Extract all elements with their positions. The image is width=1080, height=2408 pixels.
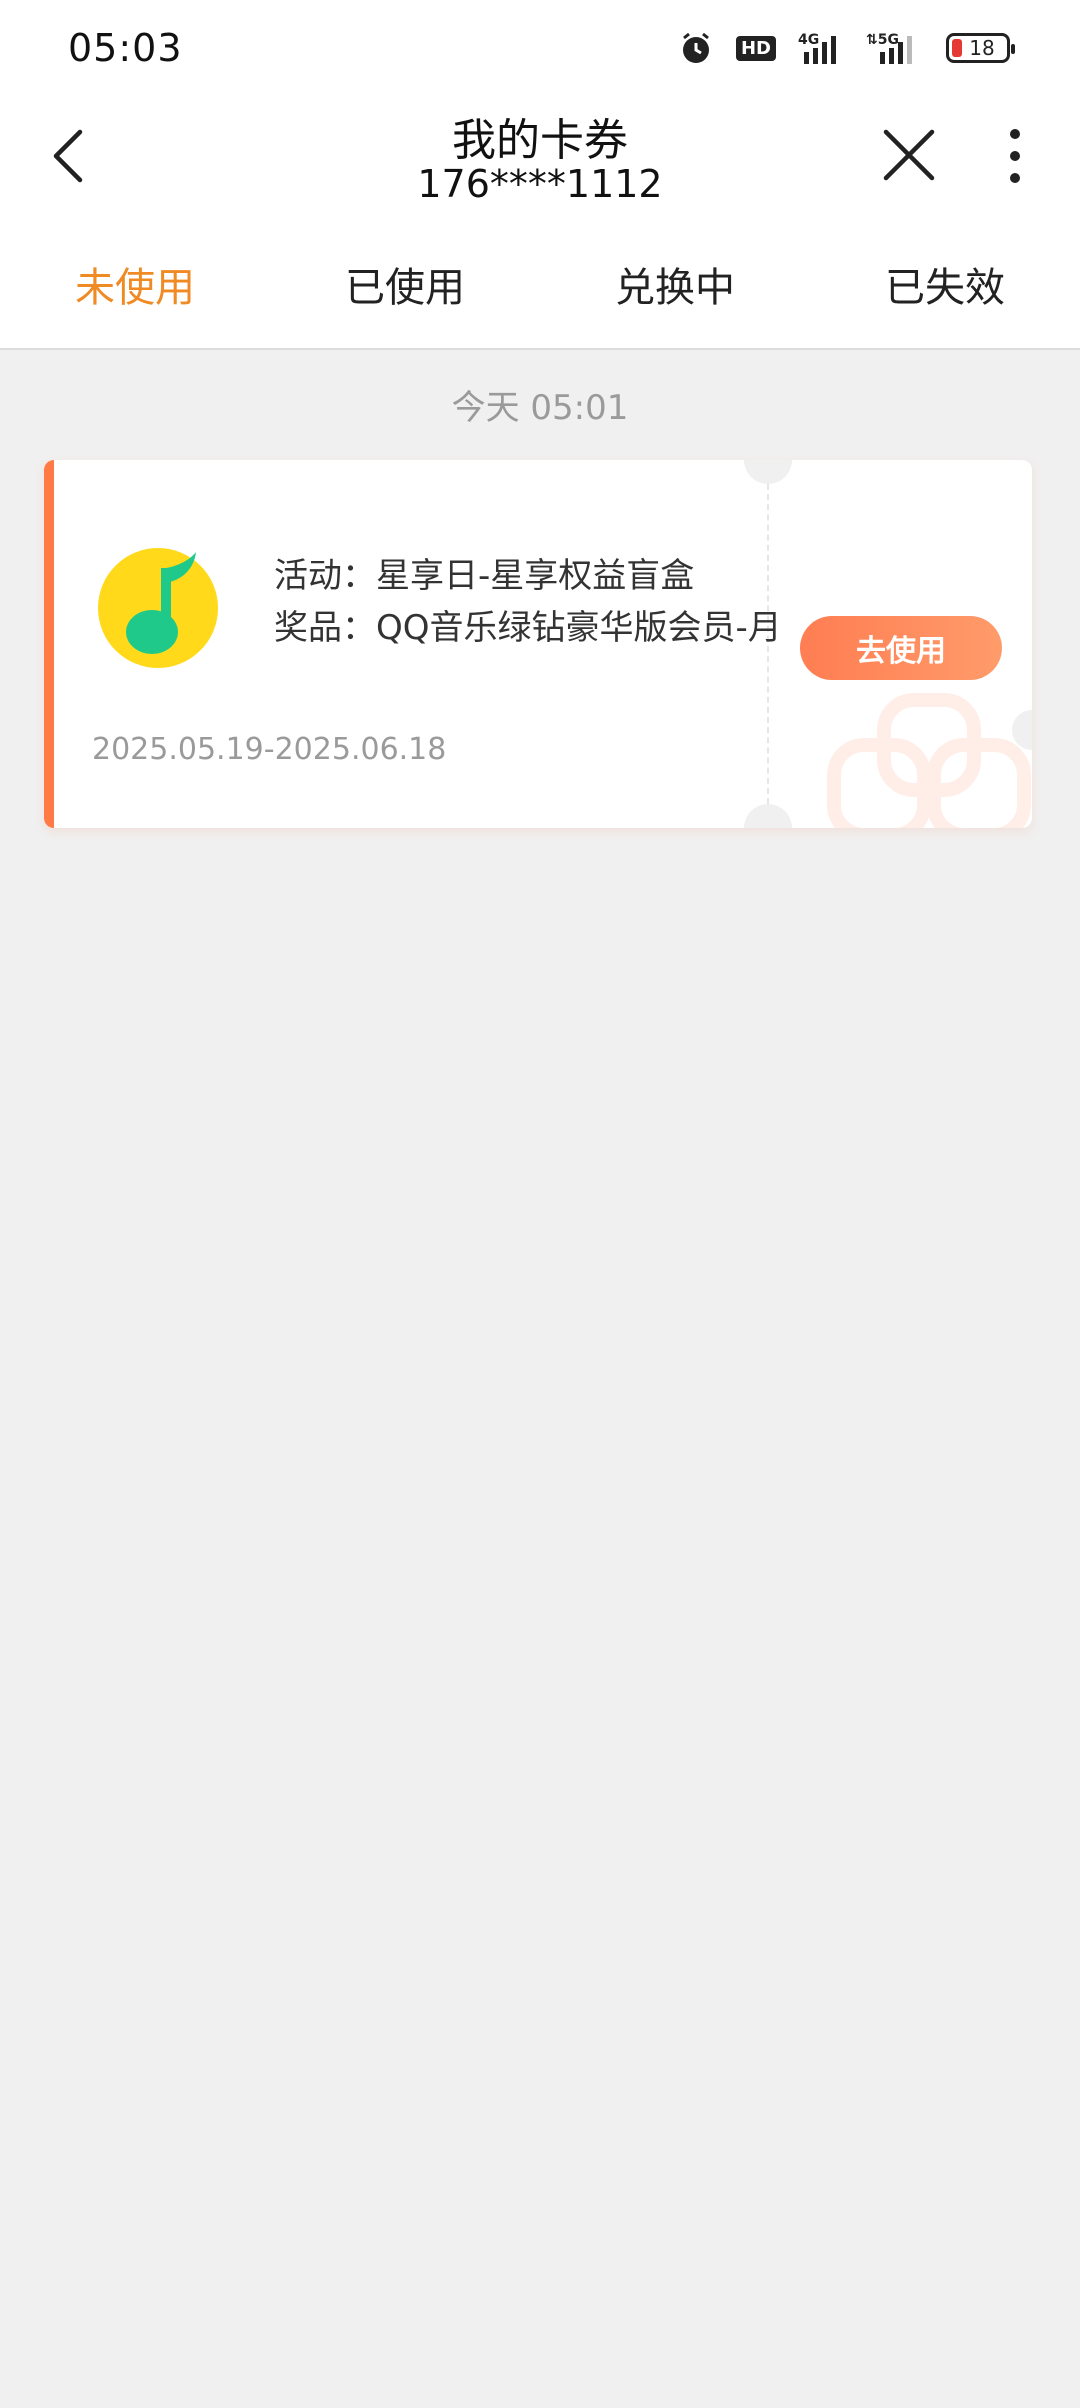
signal-5g-icon: ⇅5G (866, 32, 912, 64)
unicom-knot-watermark (827, 693, 1031, 828)
tab-redeeming[interactable]: 兑换中 (540, 220, 810, 348)
tab-used[interactable]: 已使用 (270, 220, 540, 348)
use-coupon-button[interactable]: 去使用 (800, 616, 1002, 680)
tab-unused[interactable]: 未使用 (0, 220, 270, 348)
tab-bar: 未使用 已使用 兑换中 已失效 (0, 220, 1080, 350)
battery-icon: 18 (946, 33, 1015, 63)
close-button[interactable] (880, 126, 938, 184)
tab-expired[interactable]: 已失效 (810, 220, 1080, 348)
date-header: 今天 05:01 (451, 388, 629, 428)
coupon-prize: 奖品：QQ音乐绿钻豪华版会员-月 (274, 608, 782, 648)
status-icons: HD 4G ⇅5G 18 (656, 28, 1015, 68)
hd-icon: HD (735, 35, 776, 61)
coupon-activity: 活动：星享日-星享权益盲盒 (274, 556, 695, 596)
header: 我的卡券 176****1112 (0, 96, 1080, 220)
svg-text:⇅5G: ⇅5G (866, 32, 899, 48)
coupon-accent-bar (44, 460, 54, 828)
coupon-notch-bottom (744, 804, 792, 828)
alarm-icon (682, 32, 709, 63)
status-time: 05:03 (68, 26, 183, 70)
svg-text:4G: 4G (798, 32, 819, 48)
signal-4g-icon: 4G (798, 32, 836, 64)
more-options-button[interactable] (990, 124, 1040, 188)
coupon-notch-top (744, 460, 792, 484)
qq-music-icon (98, 548, 218, 668)
coupon-validity: 2025.05.19-2025.06.18 (92, 732, 447, 767)
coupon-card[interactable]: 活动：星享日-星享权益盲盒 奖品：QQ音乐绿钻豪华版会员-月 2025.05.1… (44, 460, 1032, 828)
battery-level: 18 (969, 36, 995, 60)
status-bar: 05:03 HD 4G ⇅5G 18 (0, 0, 1080, 96)
